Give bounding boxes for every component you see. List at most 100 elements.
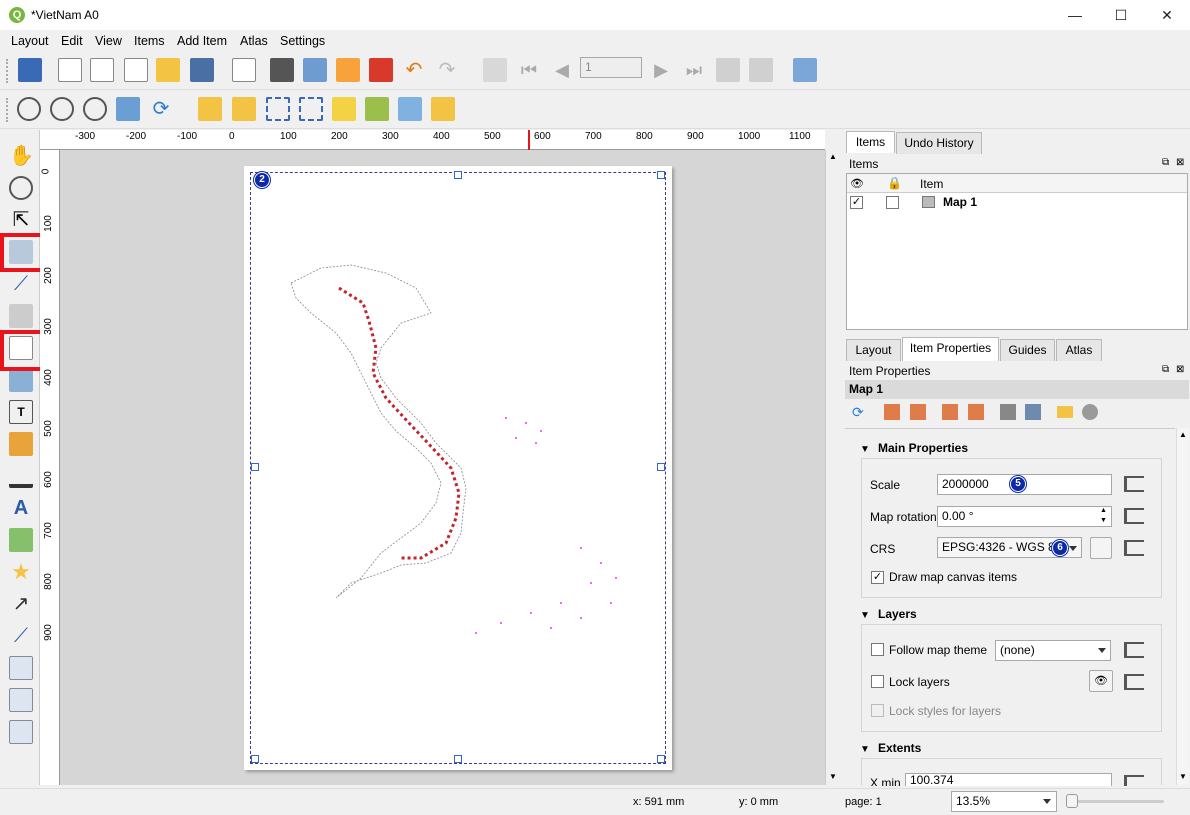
minimize-button[interactable]: — [1052, 0, 1098, 30]
lock-layers-checkbox[interactable] [871, 675, 884, 688]
menu-layout[interactable]: Layout [11, 34, 49, 48]
add-scale-bar-icon[interactable] [9, 464, 33, 488]
data-defined-override-icon[interactable] [1124, 775, 1144, 786]
first-feature-icon[interactable]: ⏮ [517, 58, 541, 82]
set-to-map-extent-icon[interactable] [884, 404, 900, 420]
add-3d-map-icon[interactable] [9, 304, 33, 328]
duplicate-layout-icon[interactable] [90, 58, 114, 82]
layers-header[interactable]: Layers [878, 607, 917, 621]
previous-feature-icon[interactable]: ◀ [550, 58, 574, 82]
eye-icon[interactable]: 👁 [1089, 670, 1113, 692]
float-panel-icon[interactable]: ⧉ [1162, 364, 1169, 375]
atlas-preview-icon[interactable] [483, 58, 507, 82]
page-setup-icon[interactable] [232, 58, 256, 82]
save-template-icon[interactable] [190, 58, 214, 82]
float-panel-icon[interactable]: ⧉ [1162, 157, 1169, 168]
print-atlas-icon[interactable] [716, 58, 740, 82]
scroll-down-icon[interactable]: ▼ [1179, 772, 1187, 781]
label-settings-icon[interactable] [1057, 406, 1073, 418]
draw-canvas-items-checkbox[interactable]: ✓ [871, 571, 884, 584]
resize-handle[interactable] [657, 755, 665, 763]
zoom-select[interactable]: 13.5% [951, 791, 1057, 812]
data-defined-override-icon[interactable] [1124, 674, 1144, 690]
follow-theme-checkbox[interactable] [871, 643, 884, 656]
open-template-icon[interactable] [156, 58, 180, 82]
item-row-map1[interactable]: Map 1 [943, 195, 977, 209]
map-theme-select[interactable]: (none) [995, 640, 1111, 661]
map1-visible-checkbox[interactable]: ✓ [850, 196, 863, 209]
main-properties-header[interactable]: Main Properties [878, 441, 968, 455]
zoom-in-icon[interactable] [17, 97, 41, 121]
maximize-button[interactable]: ☐ [1098, 0, 1144, 30]
close-button[interactable]: ✕ [1144, 0, 1190, 30]
add-label-icon[interactable]: T [9, 400, 33, 424]
select-move-item-icon[interactable]: ⇱ [9, 208, 33, 232]
tab-undo-history[interactable]: Undo History [896, 132, 982, 154]
xmin-input[interactable]: 100.374 [905, 773, 1112, 786]
update-preview-icon[interactable]: ⟳ [852, 404, 864, 421]
resize-handle[interactable] [657, 171, 665, 179]
map1-lock-checkbox[interactable] [886, 196, 899, 209]
zoom-tool-icon[interactable] [9, 176, 33, 200]
tab-item-properties[interactable]: Item Properties [902, 337, 999, 361]
resize-items-icon[interactable] [431, 97, 455, 121]
add-node-item-icon[interactable]: ⟋ [9, 624, 33, 648]
zoom-slider-track[interactable] [1068, 800, 1164, 803]
export-svg-icon[interactable] [336, 58, 360, 82]
add-marker-icon[interactable]: ★ [9, 560, 33, 584]
zoom-full-icon[interactable] [116, 97, 140, 121]
lock-items-icon[interactable] [198, 97, 222, 121]
distribute-items-icon[interactable] [398, 97, 422, 121]
collapse-layers-icon[interactable]: ▼ [860, 610, 870, 621]
properties-scrollbar[interactable]: ▲ ▼ [1176, 428, 1189, 785]
print-icon[interactable] [270, 58, 294, 82]
data-defined-override-icon[interactable] [1124, 508, 1144, 524]
add-html-icon[interactable] [9, 656, 33, 680]
next-feature-icon[interactable]: ▶ [649, 58, 673, 82]
tab-items[interactable]: Items [846, 131, 895, 153]
rotation-spinner-icon[interactable]: ▲ ▼ [1100, 506, 1107, 526]
menu-add-item[interactable]: Add Item [177, 34, 227, 48]
align-items-icon[interactable] [365, 97, 389, 121]
resize-handle[interactable] [657, 463, 665, 471]
move-content-icon[interactable] [1025, 404, 1041, 420]
unlock-items-icon[interactable] [232, 97, 256, 121]
menu-items[interactable]: Items [134, 34, 165, 48]
menu-view[interactable]: View [95, 34, 122, 48]
raise-items-icon[interactable] [332, 97, 356, 121]
map-item-frame[interactable] [250, 172, 666, 764]
collapse-main-icon[interactable]: ▼ [860, 444, 870, 455]
add-north-arrow-icon[interactable]: A [9, 496, 33, 520]
group-items-icon[interactable] [266, 97, 290, 121]
export-atlas-icon[interactable] [749, 58, 773, 82]
lock-styles-checkbox[interactable] [871, 704, 884, 717]
add-attribute-table-icon[interactable] [9, 688, 33, 712]
atlas-page-input[interactable]: 1 [580, 57, 642, 78]
new-layout-icon[interactable] [58, 58, 82, 82]
data-defined-override-icon[interactable] [1124, 642, 1144, 658]
view-extent-icon[interactable] [910, 404, 926, 420]
scroll-up-icon[interactable]: ▲ [1179, 430, 1187, 439]
crs-picker-icon[interactable] [1090, 537, 1112, 559]
refresh-icon[interactable]: ⟳ [149, 97, 173, 121]
canvas-vertical-scrollbar[interactable]: ▲ ▼ [825, 150, 840, 785]
edit-nodes-icon[interactable]: ⟋ [9, 272, 33, 296]
resize-handle[interactable] [251, 463, 259, 471]
last-feature-icon[interactable]: ⏭ [682, 58, 706, 82]
undo-icon[interactable]: ↶ [402, 58, 426, 82]
export-image-icon[interactable] [303, 58, 327, 82]
resize-handle[interactable] [454, 171, 462, 179]
clipping-settings-icon[interactable] [1082, 404, 1098, 420]
add-legend-icon[interactable] [9, 432, 33, 456]
layout-manager-icon[interactable] [124, 58, 148, 82]
bookmark-icon[interactable] [1000, 404, 1016, 420]
atlas-settings-icon[interactable] [793, 58, 817, 82]
redo-icon[interactable]: ↷ [435, 58, 459, 82]
scroll-up-icon[interactable]: ▲ [829, 152, 837, 161]
add-picture-icon[interactable] [9, 368, 33, 392]
pan-icon[interactable]: ✋ [9, 144, 34, 168]
resize-handle[interactable] [251, 755, 259, 763]
view-scale-icon[interactable] [968, 404, 984, 420]
menu-edit[interactable]: Edit [61, 34, 83, 48]
tab-layout[interactable]: Layout [846, 339, 901, 361]
